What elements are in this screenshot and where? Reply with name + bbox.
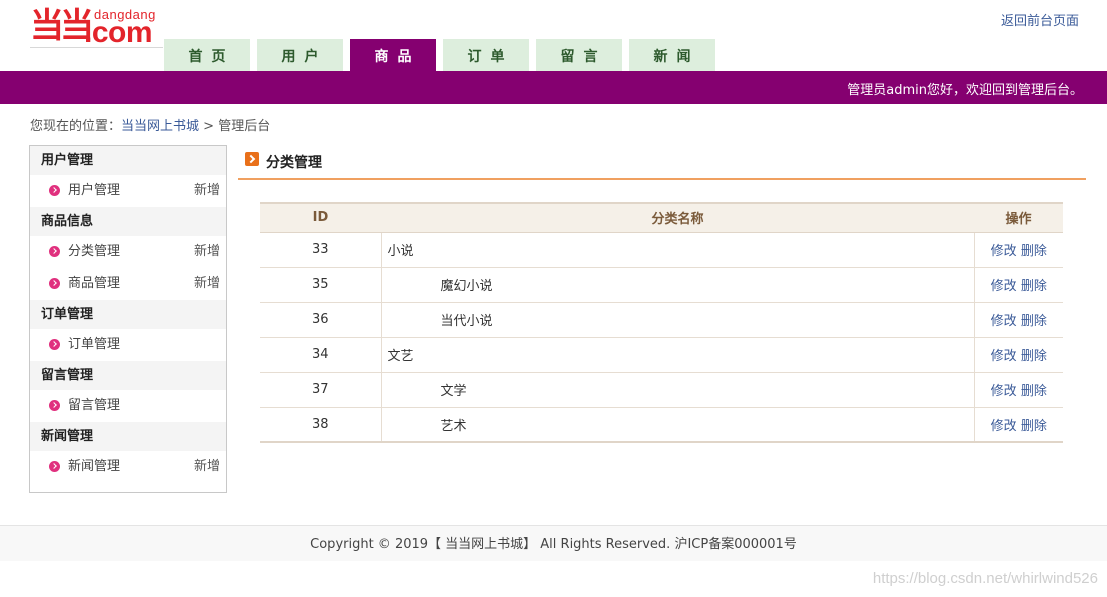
footer: Copyright © 2019【 当当网上书城】 All Rights Res… <box>0 525 1107 561</box>
arrow-circle-icon <box>49 185 60 196</box>
table-row: 36 当代小说 修改 删除 <box>260 302 1063 338</box>
column-header-name: 分类名称 <box>381 202 974 233</box>
cell-id: 34 <box>260 337 381 373</box>
cell-id: 33 <box>260 232 381 268</box>
sidebar-item-label[interactable]: 分类管理 <box>68 236 120 268</box>
delete-link[interactable]: 删除 <box>1021 279 1047 294</box>
arrow-circle-icon <box>49 400 60 411</box>
table-row: 38 艺术 修改 删除 <box>260 407 1063 442</box>
arrow-circle-icon <box>49 339 60 350</box>
table-row: 37 文学 修改 删除 <box>260 372 1063 408</box>
main-title-bar: 分类管理 <box>238 149 1086 180</box>
main-nav: 首页 用户 商品 订单 留言 新闻 <box>164 39 722 72</box>
table-row: 33 小说 修改 删除 <box>260 232 1063 268</box>
tab-messages[interactable]: 留言 <box>536 39 622 71</box>
breadcrumb-home-link[interactable]: 当当网上书城 <box>121 119 199 134</box>
breadcrumb-separator: > <box>203 119 215 134</box>
table-row: 34 文艺 修改 删除 <box>260 337 1063 373</box>
sidebar-section-users: 用户管理 <box>30 146 226 175</box>
cell-ops: 修改 删除 <box>974 232 1063 268</box>
cell-category-name: 文学 <box>380 372 975 408</box>
sidebar-item-category-management[interactable]: 分类管理 新增 <box>30 236 226 268</box>
tab-products[interactable]: 商品 <box>350 39 436 72</box>
cell-category-name: 当代小说 <box>380 302 975 338</box>
arrow-circle-icon <box>49 461 60 472</box>
delete-link[interactable]: 删除 <box>1021 244 1047 259</box>
tab-users[interactable]: 用户 <box>257 39 343 71</box>
tab-news[interactable]: 新闻 <box>629 39 715 71</box>
delete-link[interactable]: 删除 <box>1021 419 1047 434</box>
sidebar-item-news-management[interactable]: 新闻管理 新增 <box>30 451 226 483</box>
sidebar-section-news: 新闻管理 <box>30 422 226 451</box>
cell-ops: 修改 删除 <box>974 302 1063 338</box>
table-row: 35 魔幻小说 修改 删除 <box>260 267 1063 303</box>
cell-ops: 修改 删除 <box>974 372 1063 408</box>
sidebar-item-order-management[interactable]: 订单管理 <box>30 329 226 361</box>
breadcrumb: 您现在的位置：当当网上书城 > 管理后台 <box>30 115 270 134</box>
cell-id: 35 <box>260 267 381 303</box>
sidebar-add-user-link[interactable]: 新增 <box>194 175 220 207</box>
sidebar-item-product-management[interactable]: 商品管理 新增 <box>30 268 226 300</box>
logo-divider <box>30 47 163 48</box>
column-header-ops: 操作 <box>974 202 1063 233</box>
sidebar-item-label[interactable]: 用户管理 <box>68 175 120 207</box>
cell-category-name: 艺术 <box>380 407 975 442</box>
sidebar-section-messages: 留言管理 <box>30 361 226 390</box>
logo-com-text: .com <box>84 16 153 49</box>
sidebar-item-label[interactable]: 留言管理 <box>68 390 120 422</box>
sidebar: 用户管理 用户管理 新增 商品信息 分类管理 新增 商品管理 新增 订单管理 订… <box>29 145 227 493</box>
delete-link[interactable]: 删除 <box>1021 384 1047 399</box>
cell-id: 37 <box>260 372 381 408</box>
sidebar-item-message-management[interactable]: 留言管理 <box>30 390 226 422</box>
category-table: ID 分类名称 操作 33 小说 修改 删除 35 魔幻小说 修改 删除 36 … <box>260 202 1063 443</box>
logo-chinese-mark: 当当 <box>30 6 94 46</box>
cell-ops: 修改 删除 <box>974 407 1063 442</box>
tab-home[interactable]: 首页 <box>164 39 250 71</box>
delete-link[interactable]: 删除 <box>1021 349 1047 364</box>
dangdang-logo[interactable]: 当当 dangdang .com <box>30 6 165 49</box>
back-to-frontend-link[interactable]: 返回前台页面 <box>1001 10 1079 29</box>
sidebar-item-label[interactable]: 商品管理 <box>68 268 120 300</box>
sidebar-item-label[interactable]: 新闻管理 <box>68 451 120 483</box>
cell-id: 38 <box>311 416 329 432</box>
page-title: 分类管理 <box>266 155 322 171</box>
sidebar-section-orders: 订单管理 <box>30 300 226 329</box>
breadcrumb-current: 管理后台 <box>218 119 271 134</box>
edit-link[interactable]: 修改 <box>991 419 1017 434</box>
sidebar-add-category-link[interactable]: 新增 <box>194 236 220 268</box>
edit-link[interactable]: 修改 <box>991 279 1017 294</box>
cell-ops: 修改 删除 <box>974 337 1063 373</box>
cell-category-name: 文艺 <box>380 337 975 373</box>
sidebar-add-news-link[interactable]: 新增 <box>194 451 220 483</box>
copyright-text: Copyright © 2019【 当当网上书城】 All Rights Res… <box>310 537 797 552</box>
cell-category-name: 魔幻小说 <box>380 267 975 303</box>
breadcrumb-prefix: 您现在的位置： <box>30 119 122 134</box>
edit-link[interactable]: 修改 <box>991 384 1017 399</box>
cell-category-name: 小说 <box>380 232 975 268</box>
delete-link[interactable]: 删除 <box>1021 314 1047 329</box>
welcome-message: 管理员admin您好，欢迎回到管理后台。 <box>847 83 1083 98</box>
cell-ops: 修改 删除 <box>974 267 1063 303</box>
header-bar: 管理员admin您好，欢迎回到管理后台。 <box>0 71 1107 104</box>
edit-link[interactable]: 修改 <box>991 244 1017 259</box>
edit-link[interactable]: 修改 <box>991 314 1017 329</box>
column-header-id: ID <box>260 202 381 233</box>
sidebar-item-label[interactable]: 订单管理 <box>68 329 120 361</box>
sidebar-add-product-link[interactable]: 新增 <box>194 268 220 300</box>
sidebar-item-user-management[interactable]: 用户管理 新增 <box>30 175 226 207</box>
table-header-row: ID 分类名称 操作 <box>260 202 1063 233</box>
sidebar-section-products: 商品信息 <box>30 207 226 236</box>
cell-id: 36 <box>260 302 381 338</box>
arrow-circle-icon <box>49 278 60 289</box>
arrow-circle-icon <box>49 246 60 257</box>
orange-arrow-icon <box>245 152 259 166</box>
watermark: https://blog.csdn.net/whirlwind526 <box>872 570 1098 587</box>
edit-link[interactable]: 修改 <box>991 349 1017 364</box>
tab-orders[interactable]: 订单 <box>443 39 529 71</box>
